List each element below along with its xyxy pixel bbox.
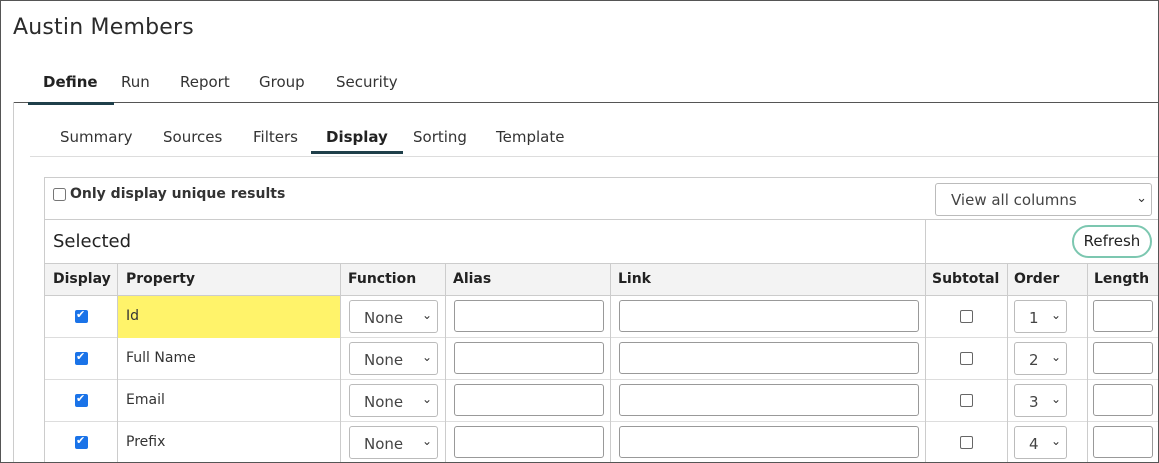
chevron-down-icon: ⌄ xyxy=(1050,434,1061,448)
subtotal-checkbox[interactable] xyxy=(960,436,973,449)
length-input[interactable] xyxy=(1093,300,1153,332)
column-divider xyxy=(1087,264,1088,462)
window-frame: Austin Members Define Run Report Group S… xyxy=(0,0,1159,463)
alias-input[interactable] xyxy=(454,384,604,416)
column-divider xyxy=(1007,264,1008,462)
function-value: None xyxy=(364,309,404,327)
header-subtotal: Subtotal xyxy=(932,271,1000,287)
order-select[interactable]: 3 ⌄ xyxy=(1014,384,1067,417)
main-tab-bar: Define Run Report Group Security xyxy=(13,65,1158,105)
divider xyxy=(925,220,926,264)
subtotal-checkbox[interactable] xyxy=(960,394,973,407)
order-value: 2 xyxy=(1029,351,1039,369)
header-alias: Alias xyxy=(453,271,492,287)
display-checkbox[interactable] xyxy=(75,350,88,365)
table-row: EmailNone⌄3⌄ xyxy=(45,380,1158,422)
tab-security[interactable]: Security xyxy=(336,73,398,103)
content-area: Summary Sources Filters Display Sorting … xyxy=(13,102,1158,462)
sub-tab-bar: Summary Sources Filters Display Sorting … xyxy=(30,102,1158,157)
alias-input[interactable] xyxy=(454,300,604,332)
header-property: Property xyxy=(126,271,196,287)
display-panel: Only display unique results View all col… xyxy=(44,177,1158,462)
unique-results-label: Only display unique results xyxy=(70,186,286,202)
link-input[interactable] xyxy=(619,384,919,416)
tab-report[interactable]: Report xyxy=(180,73,230,103)
display-checkbox[interactable] xyxy=(75,392,88,407)
table-row: Full NameNone⌄2⌄ xyxy=(45,338,1158,380)
subtotal-checkbox[interactable] xyxy=(960,310,973,323)
column-divider xyxy=(610,264,611,462)
column-divider xyxy=(117,264,118,462)
header-function: Function xyxy=(348,271,417,287)
alias-input[interactable] xyxy=(454,342,604,374)
chevron-down-icon: ⌄ xyxy=(421,308,432,322)
subtab-filters[interactable]: Filters xyxy=(253,128,298,146)
subtab-summary[interactable]: Summary xyxy=(60,128,133,146)
tab-group[interactable]: Group xyxy=(259,73,305,103)
link-input[interactable] xyxy=(619,300,919,332)
property-cell: Id xyxy=(118,296,340,338)
length-input[interactable] xyxy=(1093,342,1153,374)
selected-heading: Selected xyxy=(53,231,132,252)
header-display: Display xyxy=(53,271,111,287)
property-cell: Prefix xyxy=(126,434,166,450)
view-columns-value: View all columns xyxy=(951,191,1077,209)
function-value: None xyxy=(364,393,404,411)
function-value: None xyxy=(364,435,404,453)
order-select[interactable]: 1 ⌄ xyxy=(1014,300,1067,333)
length-input[interactable] xyxy=(1093,426,1153,458)
options-bar: Only display unique results View all col… xyxy=(45,178,1158,220)
chevron-down-icon: ⌄ xyxy=(1050,350,1061,364)
chevron-down-icon: ⌄ xyxy=(1050,308,1061,322)
order-value: 3 xyxy=(1029,393,1039,411)
column-divider xyxy=(925,264,926,462)
subtab-display[interactable]: Display xyxy=(311,128,403,154)
selected-header-row: Selected Refresh xyxy=(45,220,1158,264)
function-select[interactable]: None ⌄ xyxy=(349,384,438,417)
subtab-sources[interactable]: Sources xyxy=(163,128,222,146)
view-columns-select[interactable]: View all columns ⌄ xyxy=(935,183,1152,216)
function-value: None xyxy=(364,351,404,369)
alias-input[interactable] xyxy=(454,426,604,458)
order-value: 1 xyxy=(1029,309,1039,327)
header-length: Length xyxy=(1094,271,1150,287)
link-input[interactable] xyxy=(619,426,919,458)
table-header: Display Property Function Alias Link Sub… xyxy=(45,264,1158,296)
property-cell: Full Name xyxy=(126,350,196,366)
link-input[interactable] xyxy=(619,342,919,374)
subtotal-checkbox[interactable] xyxy=(960,352,973,365)
length-input[interactable] xyxy=(1093,384,1153,416)
unique-results-checkbox[interactable] xyxy=(53,187,66,201)
chevron-down-icon: ⌄ xyxy=(421,434,432,448)
order-select[interactable]: 4 ⌄ xyxy=(1014,426,1067,459)
order-value: 4 xyxy=(1029,435,1039,453)
page-title: Austin Members xyxy=(13,15,194,40)
subtab-template[interactable]: Template xyxy=(496,128,564,146)
function-select[interactable]: None ⌄ xyxy=(349,426,438,459)
header-link: Link xyxy=(618,271,651,287)
tab-define[interactable]: Define xyxy=(28,73,114,105)
order-select[interactable]: 2 ⌄ xyxy=(1014,342,1067,375)
display-checkbox[interactable] xyxy=(75,434,88,449)
chevron-down-icon: ⌄ xyxy=(1050,392,1061,406)
tab-run[interactable]: Run xyxy=(121,73,150,103)
unique-results-option[interactable]: Only display unique results xyxy=(53,186,285,202)
column-divider xyxy=(340,264,341,462)
table-row: PrefixNone⌄4⌄ xyxy=(45,422,1158,462)
table-row: IdNone⌄1⌄ xyxy=(45,296,1158,338)
chevron-down-icon: ⌄ xyxy=(1136,191,1147,206)
display-checkbox[interactable] xyxy=(75,308,88,323)
subtab-sorting[interactable]: Sorting xyxy=(413,128,467,146)
chevron-down-icon: ⌄ xyxy=(421,392,432,406)
function-select[interactable]: None ⌄ xyxy=(349,300,438,333)
column-divider xyxy=(445,264,446,462)
function-select[interactable]: None ⌄ xyxy=(349,342,438,375)
header-order: Order xyxy=(1014,271,1060,287)
chevron-down-icon: ⌄ xyxy=(421,350,432,364)
property-cell: Email xyxy=(126,392,165,408)
refresh-button[interactable]: Refresh xyxy=(1072,225,1152,258)
